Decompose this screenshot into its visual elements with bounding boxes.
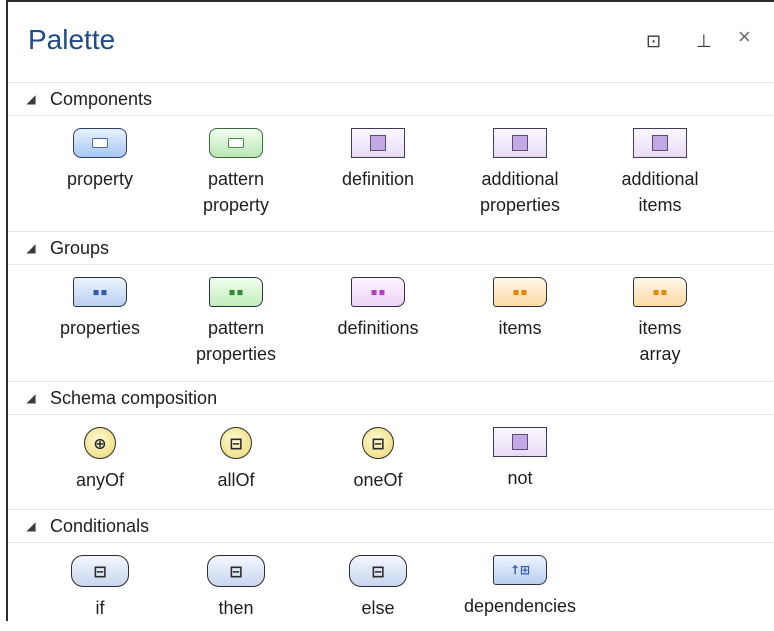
item-label: definitions	[337, 318, 419, 338]
item-label: anyOf	[75, 470, 125, 490]
conditionals-items: ⊟ if ⊟ then ⊟ else ↑⊞ dependencies	[8, 543, 774, 631]
item-label: then	[218, 598, 254, 618]
palette-item-anyof[interactable]: ⊕ anyOf	[30, 427, 170, 493]
section-title: Groups	[50, 237, 110, 258]
palette-item-items-array[interactable]: ▪▪ items array	[590, 277, 730, 367]
group-icon: ▪▪	[493, 277, 547, 307]
item-label: pattern property	[202, 169, 270, 215]
palette-item-pattern-properties[interactable]: ▪▪ pattern properties	[166, 277, 306, 367]
section-title: Conditionals	[50, 515, 150, 536]
section-header-groups[interactable]: ◢ Groups	[8, 232, 774, 265]
square-icon	[493, 427, 547, 457]
item-label: oneOf	[353, 470, 403, 490]
then-octagon-icon: ⊟	[207, 555, 265, 587]
float-window-icon[interactable]: ⊡	[646, 32, 661, 50]
palette-item-items[interactable]: ▪▪ items	[450, 277, 590, 341]
item-label: additional properties	[479, 169, 561, 215]
palette-item-additional-items[interactable]: additional items	[590, 128, 730, 218]
palette-item-oneof[interactable]: ⊟ oneOf	[308, 427, 448, 493]
item-label: additional items	[621, 169, 699, 215]
palette-item-property[interactable]: property	[30, 128, 170, 192]
collapse-triangle-icon[interactable]: ◢	[8, 241, 50, 255]
item-label: items array	[638, 318, 682, 364]
section-title: Components	[50, 88, 153, 109]
item-label: not	[507, 468, 533, 488]
input-pill-icon	[73, 128, 127, 158]
palette-title: Palette	[28, 24, 116, 55]
item-label: dependencies	[463, 596, 577, 616]
section-header-components[interactable]: ◢ Components	[8, 83, 774, 116]
components-items: property pattern property definition add…	[8, 116, 774, 232]
palette-item-additional-properties[interactable]: additional properties	[450, 128, 590, 218]
anyof-circle-icon: ⊕	[84, 427, 116, 459]
group-icon: ▪▪	[73, 277, 127, 307]
if-octagon-icon: ⊟	[71, 555, 129, 587]
section-title: Schema composition	[50, 387, 218, 408]
palette-item-else[interactable]: ⊟ else	[308, 555, 448, 621]
item-label: items	[498, 318, 542, 338]
collapse-triangle-icon[interactable]: ◢	[8, 92, 50, 106]
item-label: property	[66, 169, 134, 189]
input-pill-icon	[209, 128, 263, 158]
item-label: definition	[341, 169, 415, 189]
item-label: properties	[59, 318, 141, 338]
item-label: else	[361, 598, 395, 618]
dependencies-icon: ↑⊞	[493, 555, 547, 585]
section-header-conditionals[interactable]: ◢ Conditionals	[8, 510, 774, 543]
palette-item-definitions[interactable]: ▪▪ definitions	[308, 277, 448, 341]
item-label: pattern properties	[195, 318, 277, 364]
collapse-triangle-icon[interactable]: ◢	[8, 391, 50, 405]
square-icon	[493, 128, 547, 158]
close-icon[interactable]: ×	[738, 26, 751, 48]
square-icon	[633, 128, 687, 158]
palette-item-properties[interactable]: ▪▪ properties	[30, 277, 170, 341]
oneof-circle-icon: ⊟	[362, 427, 394, 459]
else-octagon-icon: ⊟	[349, 555, 407, 587]
palette-item-allof[interactable]: ⊟ allOf	[166, 427, 306, 493]
groups-items: ▪▪ properties ▪▪ pattern properties ▪▪ d…	[8, 265, 774, 382]
section-header-schema-composition[interactable]: ◢ Schema composition	[8, 382, 774, 415]
palette-item-pattern-property[interactable]: pattern property	[166, 128, 306, 218]
pin-icon[interactable]: ⊥	[696, 32, 712, 50]
palette-item-dependencies[interactable]: ↑⊞ dependencies	[450, 555, 590, 619]
palette-item-then[interactable]: ⊟ then	[166, 555, 306, 621]
schema-composition-items: ⊕ anyOf ⊟ allOf ⊟ oneOf not	[8, 415, 774, 510]
group-icon: ▪▪	[209, 277, 263, 307]
allof-circle-icon: ⊟	[220, 427, 252, 459]
item-label: allOf	[217, 470, 255, 490]
group-icon: ▪▪	[351, 277, 405, 307]
palette-item-not[interactable]: not	[450, 427, 590, 491]
square-icon	[351, 128, 405, 158]
palette-titlebar: Palette ⊡ ⊥ ×	[8, 2, 774, 83]
item-label: if	[95, 598, 105, 618]
group-icon: ▪▪	[633, 277, 687, 307]
palette-item-if[interactable]: ⊟ if	[30, 555, 170, 621]
palette-item-definition[interactable]: definition	[308, 128, 448, 192]
palette-panel: Palette ⊡ ⊥ × ◢ Components property patt…	[6, 0, 774, 621]
collapse-triangle-icon[interactable]: ◢	[8, 519, 50, 533]
